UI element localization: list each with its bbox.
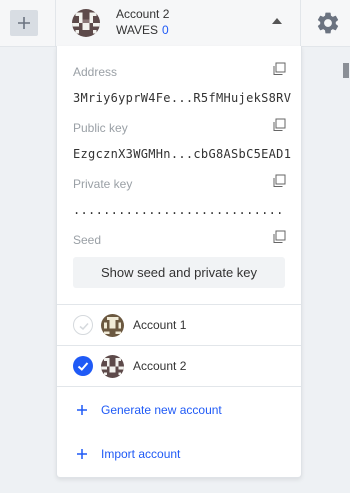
unselected-check-icon <box>73 315 93 335</box>
add-button[interactable] <box>10 10 38 36</box>
gear-icon[interactable] <box>315 10 341 36</box>
divider <box>300 0 301 46</box>
top-bar: Account 2 WAVES 0 <box>0 0 350 47</box>
public-key-label: Public key <box>73 121 128 135</box>
copy-icon[interactable] <box>272 174 286 188</box>
caret-up-icon[interactable] <box>272 18 282 24</box>
account-selector[interactable]: Account 2 WAVES 0 <box>72 7 292 38</box>
account-details-panel: Address 3Mriy6yprW4Fe...R5fMHujekS8RV Pu… <box>56 46 302 478</box>
generate-account-label: Generate new account <box>101 403 222 417</box>
seed-label: Seed <box>73 233 102 247</box>
plus-icon <box>77 449 87 459</box>
account-avatar <box>101 314 124 337</box>
account-name: Account 2 <box>116 7 170 21</box>
plus-icon <box>77 405 87 415</box>
generate-account-button[interactable]: Generate new account <box>57 397 301 423</box>
copy-icon[interactable] <box>272 118 286 132</box>
account-balance: WAVES 0 <box>116 23 169 37</box>
divider <box>55 0 56 46</box>
left-gutter <box>0 47 55 493</box>
account-label: Account 2 <box>133 359 187 373</box>
account-label: Account 1 <box>133 318 187 332</box>
copy-icon[interactable] <box>272 62 286 76</box>
plus-icon <box>18 17 30 29</box>
balance-value: 0 <box>162 23 169 37</box>
copy-icon[interactable] <box>272 230 286 244</box>
address-value: 3Mriy6yprW4Fe...R5fMHujekS8RV <box>73 91 292 105</box>
right-gutter <box>301 47 350 493</box>
private-key-value: ............................ <box>73 203 284 217</box>
currency-label: WAVES <box>116 23 159 37</box>
private-key-label: Private key <box>73 177 133 191</box>
divider <box>57 386 301 387</box>
account-avatar <box>101 355 124 378</box>
selected-check-icon <box>73 356 93 376</box>
show-seed-button[interactable]: Show seed and private key <box>73 257 285 288</box>
address-label: Address <box>73 65 118 79</box>
import-account-button[interactable]: Import account <box>57 441 301 467</box>
account-row-2[interactable]: Account 2 <box>57 346 301 386</box>
scrollbar-thumb[interactable] <box>343 63 349 78</box>
account-avatar <box>72 9 100 37</box>
public-key-value: EzgcznX3WGMHn...cbG8ASbC5EAD1 <box>73 147 292 161</box>
account-row-1[interactable]: Account 1 <box>57 305 301 345</box>
import-account-label: Import account <box>101 447 181 461</box>
